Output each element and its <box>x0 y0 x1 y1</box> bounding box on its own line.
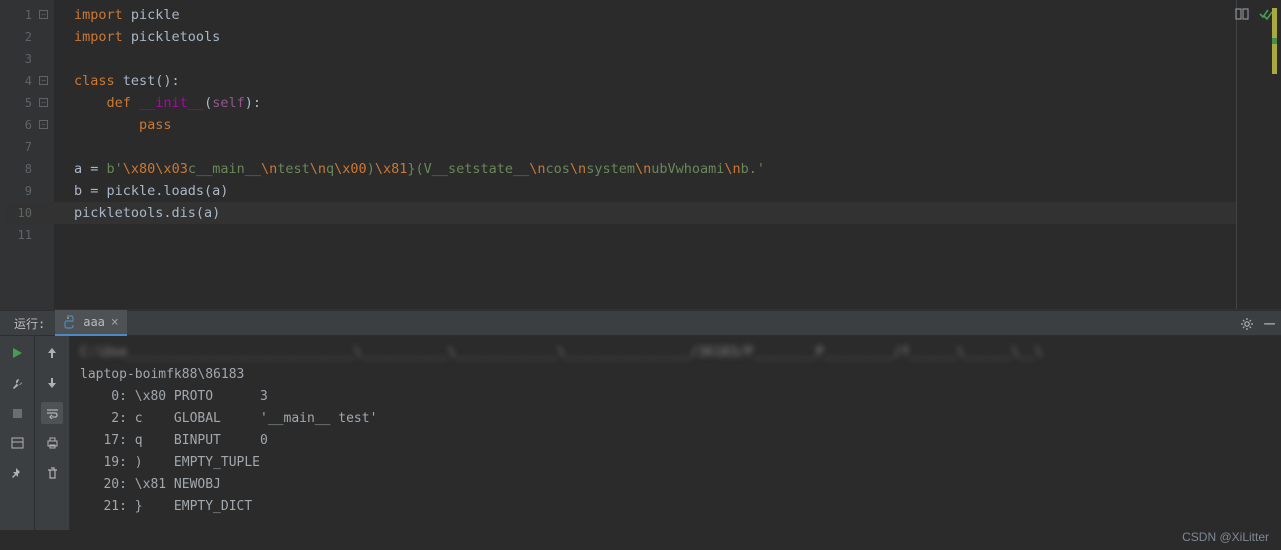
hide-icon[interactable]: — <box>1264 319 1275 329</box>
down-arrow-icon[interactable] <box>41 372 63 394</box>
line-no: 11 <box>18 228 32 242</box>
indent <box>74 117 139 133</box>
fold-icon[interactable]: − <box>39 120 48 129</box>
indent <box>74 95 107 111</box>
up-arrow-icon[interactable] <box>41 342 63 364</box>
fold-icon[interactable]: − <box>39 76 48 85</box>
run-tab-aaa[interactable]: aaa × <box>55 310 127 336</box>
str: }(V__setstate__ <box>407 161 529 177</box>
editor-area: 1− 2 3 4− 5− 6− 7 8 9 10 11 import pickl… <box>0 0 1281 310</box>
line-no: 6 <box>25 118 32 132</box>
stop-button[interactable] <box>6 402 28 424</box>
punct: (): <box>155 73 179 89</box>
python-icon <box>63 315 77 329</box>
run-left-toolbar-2 <box>35 336 70 530</box>
self-param: self <box>212 95 245 111</box>
punct: ): <box>245 95 261 111</box>
run-panel: 运行: aaa × — <box>0 310 1281 530</box>
console-line: 21: } EMPTY_DICT <box>80 496 1271 518</box>
run-label: 运行: <box>0 315 55 332</box>
str: b <box>107 161 115 177</box>
right-gutter <box>1237 0 1281 309</box>
fold-icon[interactable]: − <box>39 10 48 19</box>
line-no: 8 <box>25 162 32 176</box>
class-name: test <box>123 73 156 89</box>
pin-icon[interactable] <box>6 462 28 484</box>
line-no: 4 <box>25 74 32 88</box>
line-no: 9 <box>25 184 32 198</box>
esc: \n <box>310 161 326 177</box>
punct: ( <box>204 95 212 111</box>
esc: \n <box>529 161 545 177</box>
soft-wrap-icon[interactable] <box>41 402 63 424</box>
line-no: 1 <box>25 8 32 22</box>
str: system <box>586 161 635 177</box>
console-line: 19: ) EMPTY_TUPLE <box>80 452 1271 474</box>
esc: \n <box>724 161 740 177</box>
code-editor[interactable]: import pickle import pickletools class t… <box>54 0 1237 309</box>
str: c__main__ <box>188 161 261 177</box>
print-icon[interactable] <box>41 432 63 454</box>
gutter[interactable]: 1− 2 3 4− 5− 6− 7 8 9 10 11 <box>6 0 54 309</box>
esc: \n <box>635 161 651 177</box>
console-line: C:\Use_____________________________\____… <box>80 342 1271 364</box>
console-line: 20: \x81 NEWOBJ <box>80 474 1271 496</box>
watermark: CSDN @XiLitter <box>1182 530 1269 544</box>
wrench-icon[interactable] <box>6 372 28 394</box>
line-no: 3 <box>25 52 32 66</box>
esc: \n <box>570 161 586 177</box>
line-no: 5 <box>25 96 32 110</box>
esc: \n <box>261 161 277 177</box>
esc: \x00 <box>334 161 367 177</box>
keyword: class <box>74 73 123 89</box>
str: q <box>326 161 334 177</box>
line-no: 10 <box>18 206 32 220</box>
module-name: pickle <box>131 7 180 23</box>
checks-icon[interactable] <box>1259 8 1273 20</box>
code-line-9: b = pickle.loads(a) <box>74 183 228 199</box>
module-name: pickletools <box>131 29 220 45</box>
str: ' <box>115 161 123 177</box>
assign: a = <box>74 161 107 177</box>
console-line: 0: \x80 PROTO 3 <box>80 386 1271 408</box>
keyword: pass <box>139 117 172 133</box>
layout-icon[interactable] <box>6 432 28 454</box>
keyword: def <box>107 95 140 111</box>
gear-icon[interactable] <box>1240 317 1254 331</box>
keyword: import <box>74 29 131 45</box>
rerun-button[interactable] <box>6 342 28 364</box>
str: b.' <box>741 161 765 177</box>
str: ) <box>367 161 375 177</box>
function-name: __init__ <box>139 95 204 111</box>
run-tab-label: aaa <box>83 315 105 329</box>
keyword: import <box>74 7 131 23</box>
console-line: laptop-boimfk88\86183 <box>80 364 1271 386</box>
console-line: 17: q BINPUT 0 <box>80 430 1271 452</box>
esc: \x80\x03 <box>123 161 188 177</box>
str: ubVwhoami <box>651 161 724 177</box>
scroll-marker[interactable] <box>1272 4 1277 304</box>
fold-icon[interactable]: − <box>39 98 48 107</box>
trash-icon[interactable] <box>41 462 63 484</box>
run-left-toolbar <box>0 336 35 530</box>
console-line: 2: c GLOBAL '__main__ test' <box>80 408 1271 430</box>
esc: \x81 <box>375 161 408 177</box>
run-header: 运行: aaa × — <box>0 310 1281 336</box>
reader-mode-icon[interactable] <box>1235 8 1249 20</box>
line-no: 7 <box>25 140 32 154</box>
close-icon[interactable]: × <box>111 315 119 330</box>
code-line-10: pickletools.dis(a) <box>74 205 220 221</box>
str: cos <box>546 161 570 177</box>
str: test <box>277 161 310 177</box>
console-output[interactable]: C:\Use_____________________________\____… <box>70 336 1281 530</box>
line-no: 2 <box>25 30 32 44</box>
